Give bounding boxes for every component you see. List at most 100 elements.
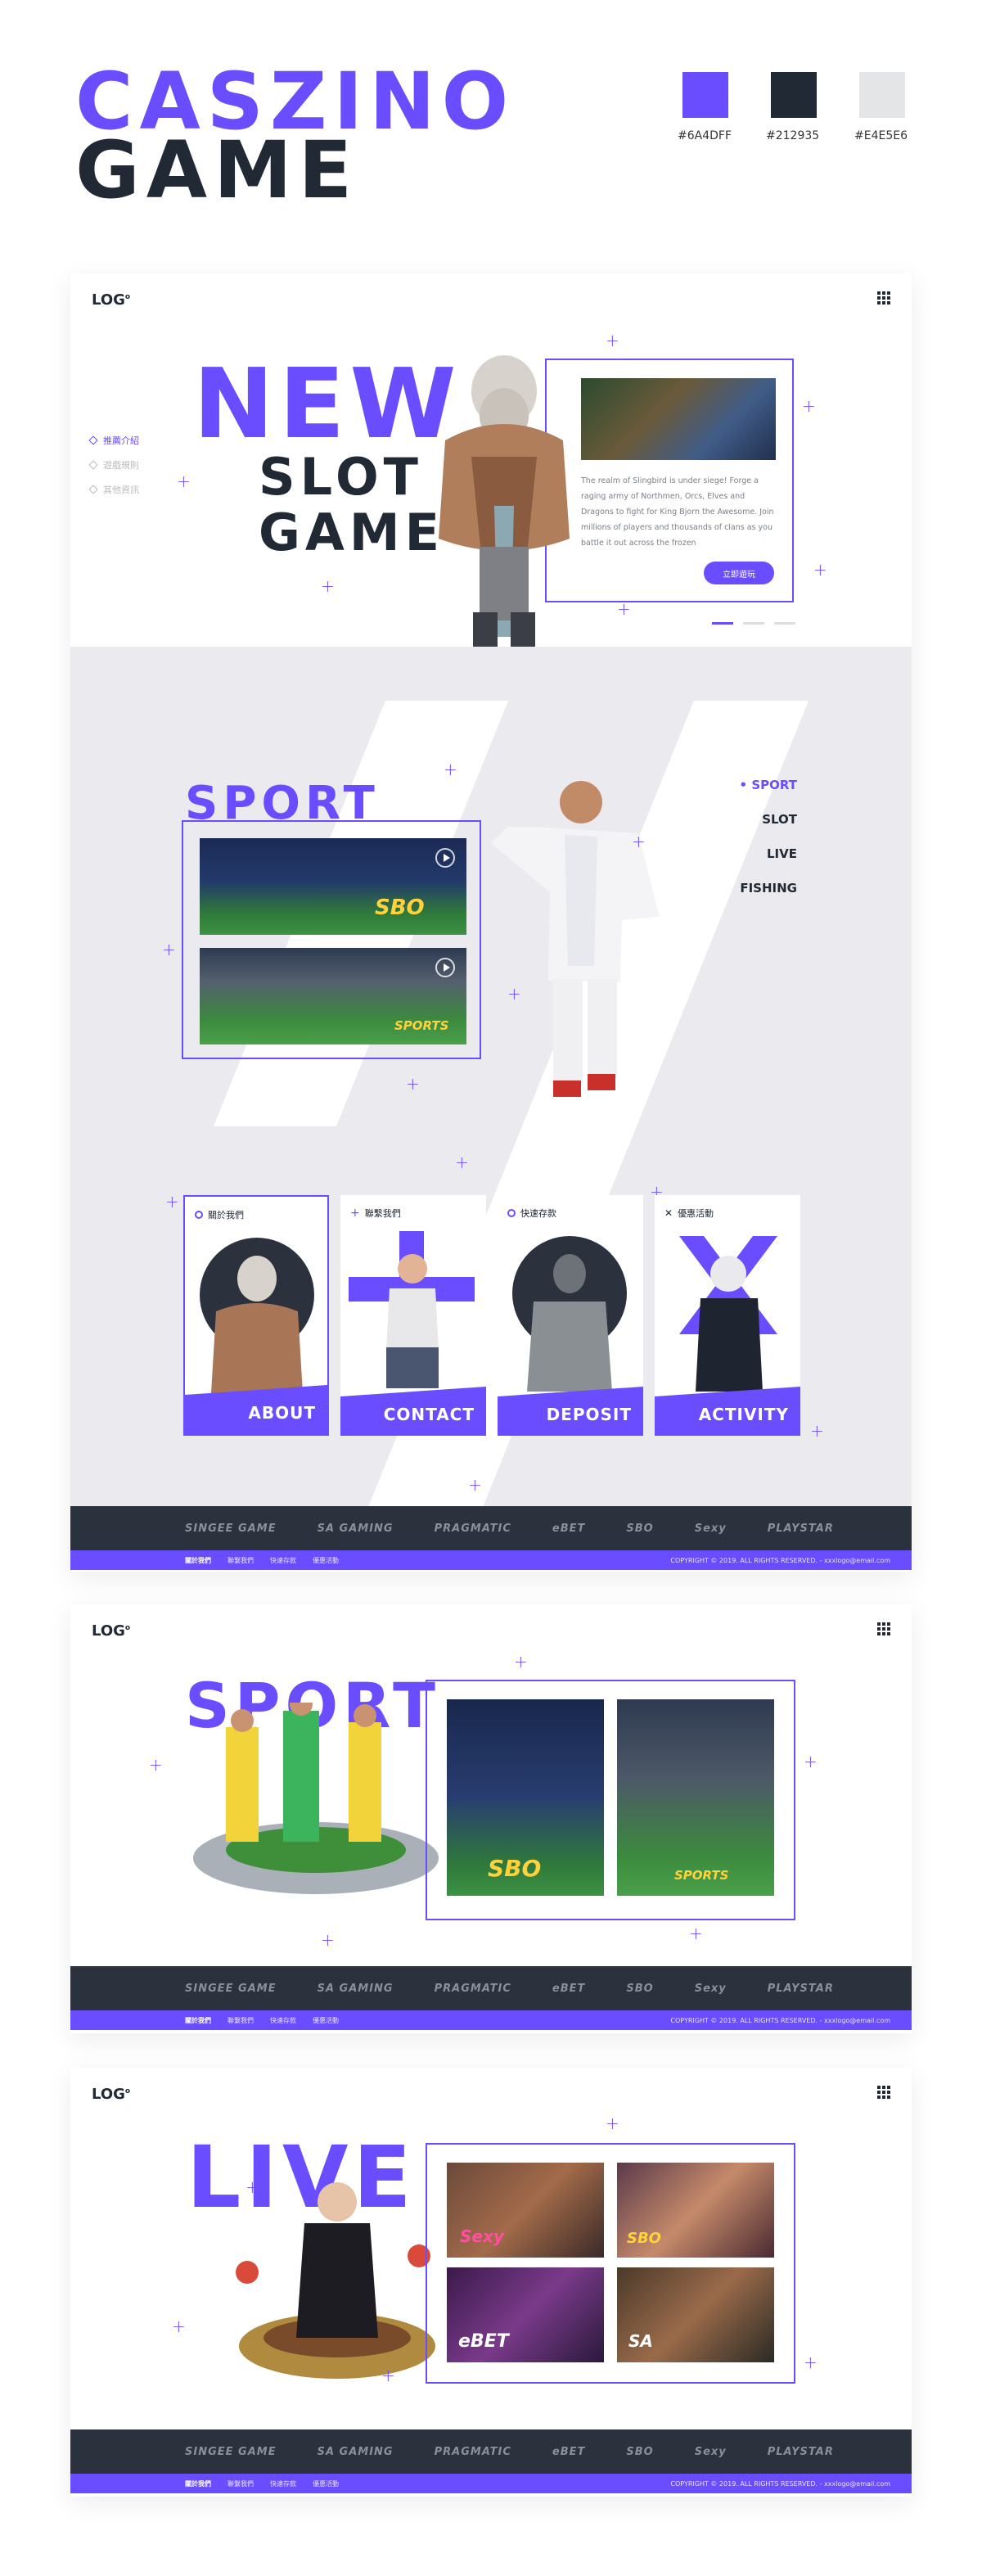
decor-plus-icon: +	[810, 1421, 824, 1441]
decor-plus-icon: +	[606, 2114, 619, 2133]
carousel-dot[interactable]	[712, 622, 733, 625]
hero-description: The realm of Slingbird is under siege! F…	[581, 476, 774, 548]
x-icon: ✕	[664, 1207, 673, 1219]
swatch-chip	[859, 72, 905, 118]
footer-link[interactable]: 優惠活動	[313, 2016, 339, 2025]
sports-badge: SPORTS	[674, 1868, 729, 1883]
logo-mark: o	[124, 2087, 131, 2096]
decor-plus-icon: +	[406, 1074, 420, 1094]
play-icon[interactable]	[435, 958, 455, 977]
decor-plus-icon: +	[177, 471, 191, 491]
swatch-light: #E4E5E6	[854, 72, 908, 142]
side-nav-item[interactable]: 遊戲規則	[88, 458, 139, 471]
category-menu: • SPORT SLOT LIVE FISHING	[740, 768, 797, 905]
footer-link[interactable]: 聯繫我們	[227, 1556, 254, 1565]
footer-link[interactable]: 關於我們	[185, 2016, 211, 2025]
diamond-icon	[88, 460, 98, 470]
footer-link[interactable]: 快速存款	[270, 2016, 296, 2025]
partner-logo: Sexy	[694, 1982, 727, 1995]
brand-title: CASZINO GAME	[75, 62, 515, 210]
live-thumb-sa[interactable]: SA	[617, 2267, 774, 2362]
side-nav-item[interactable]: 推薦介紹	[88, 434, 139, 447]
hero-word-slot: SLOT	[259, 447, 423, 507]
live-dealer	[236, 2182, 435, 2379]
hero-word-game: GAME	[259, 503, 444, 562]
sport-thumb-sports[interactable]: SPORTS	[200, 948, 466, 1044]
footer-link[interactable]: 關於我們	[185, 1556, 211, 1565]
live-thumb-ebet[interactable]: eBET	[447, 2267, 604, 2362]
partner-logo: Sexy	[694, 1522, 727, 1535]
live-thumb-sbo[interactable]: SBO	[617, 2163, 774, 2258]
partner-logo: PLAYSTAR	[767, 2445, 834, 2458]
live-thumb-sexy[interactable]: Sexy	[447, 2163, 604, 2258]
card-title: 快速存款	[507, 1207, 556, 1220]
diamond-icon	[88, 435, 98, 445]
card-contact[interactable]: + 聯繫我們 CONTACT	[340, 1195, 486, 1436]
footer-link[interactable]: 快速存款	[270, 2479, 296, 2488]
swatch-label: #6A4DFF	[678, 129, 732, 142]
footer-links: 關於我們 聯繫我們 快速存款 優惠活動 COPYRIGHT © 2019. AL…	[70, 2474, 912, 2493]
decor-plus-icon: +	[514, 1652, 528, 1671]
decor-plus-icon: +	[617, 599, 631, 619]
card-activity[interactable]: ✕ 優惠活動 ACTIVITY	[655, 1195, 800, 1436]
card-title-text: 快速存款	[520, 1208, 556, 1219]
footer-link[interactable]: 聯繫我們	[227, 2016, 254, 2025]
game-screenshot[interactable]	[581, 378, 776, 460]
sport-thumb-sports[interactable]: SPORTS	[617, 1699, 774, 1896]
category-sport[interactable]: • SPORT	[740, 768, 797, 802]
stadium-players	[193, 1703, 439, 1894]
category-live[interactable]: LIVE	[740, 837, 797, 871]
decor-plus-icon: +	[246, 2177, 259, 2197]
logo[interactable]: LOGo	[92, 291, 130, 309]
footer-link[interactable]: 聯繫我們	[227, 2479, 254, 2488]
card-label: CONTACT	[383, 1405, 475, 1424]
footer-link[interactable]: 關於我們	[185, 2479, 211, 2488]
decor-plus-icon: +	[606, 331, 619, 350]
partner-logo: eBET	[552, 1982, 586, 1995]
copyright: COPYRIGHT © 2019. ALL RIGHTS RESERVED. -…	[670, 2016, 890, 2024]
footer-link[interactable]: 優惠活動	[313, 1556, 339, 1565]
partner-logo: PLAYSTAR	[767, 1982, 834, 1995]
partner-logo: eBET	[552, 2445, 586, 2458]
partner-logo: Sexy	[694, 2445, 727, 2458]
card-label: ACTIVITY	[698, 1405, 789, 1424]
swatch-label: #212935	[766, 129, 820, 142]
card-title: 關於我們	[195, 1208, 244, 1221]
sport-thumb-sbo[interactable]: SBO	[200, 838, 466, 935]
logo[interactable]: LOGo	[92, 1622, 130, 1640]
side-nav-label: 其他資訊	[103, 485, 139, 495]
decor-plus-icon: +	[162, 940, 176, 959]
menu-grid-icon[interactable]	[877, 291, 890, 305]
play-icon[interactable]	[435, 848, 455, 868]
carousel-dot[interactable]	[743, 622, 764, 625]
menu-grid-icon[interactable]	[877, 1622, 890, 1635]
decor-plus-icon: +	[149, 1755, 163, 1775]
card-about[interactable]: 關於我們 ABOUT	[183, 1195, 329, 1436]
partner-logo: SBO	[626, 1982, 654, 1995]
play-now-button[interactable]: 立即遊玩	[704, 562, 774, 584]
category-fishing[interactable]: FISHING	[740, 871, 797, 905]
carousel-dot[interactable]	[774, 622, 795, 625]
partner-logo: SINGEE GAME	[185, 2445, 277, 2458]
decor-plus-icon: +	[172, 2317, 186, 2336]
category-slot[interactable]: SLOT	[740, 802, 797, 837]
partner-logo: SINGEE GAME	[185, 1982, 277, 1995]
side-nav-label: 遊戲規則	[103, 460, 139, 471]
card-deposit[interactable]: 快速存款 DEPOSIT	[498, 1195, 643, 1436]
sbo-badge: SBO	[375, 896, 425, 920]
decor-plus-icon: +	[689, 1924, 703, 1943]
decor-plus-icon: +	[632, 832, 646, 851]
sport-thumb-sbo[interactable]: SBO	[447, 1699, 604, 1896]
swatch-chip	[771, 72, 817, 118]
menu-grid-icon[interactable]	[877, 2086, 890, 2099]
footer-link[interactable]: 優惠活動	[313, 2479, 339, 2488]
logo-text: LOG	[92, 2086, 125, 2103]
side-nav-item[interactable]: 其他資訊	[88, 483, 139, 496]
swatch-dark: #212935	[766, 72, 819, 142]
footer: SINGEE GAME SA GAMING PRAGMATIC eBET SBO…	[70, 1966, 912, 2030]
footer-link[interactable]: 快速存款	[270, 1556, 296, 1565]
logo[interactable]: LOGo	[92, 2086, 130, 2103]
homepage-panel: LOGo 推薦介紹 遊戲規則 其他資訊 NEW SLOT GAME The re…	[70, 273, 912, 1572]
sbo-badge: SBO	[488, 1855, 542, 1882]
partner-logo: SA GAMING	[317, 1982, 394, 1995]
